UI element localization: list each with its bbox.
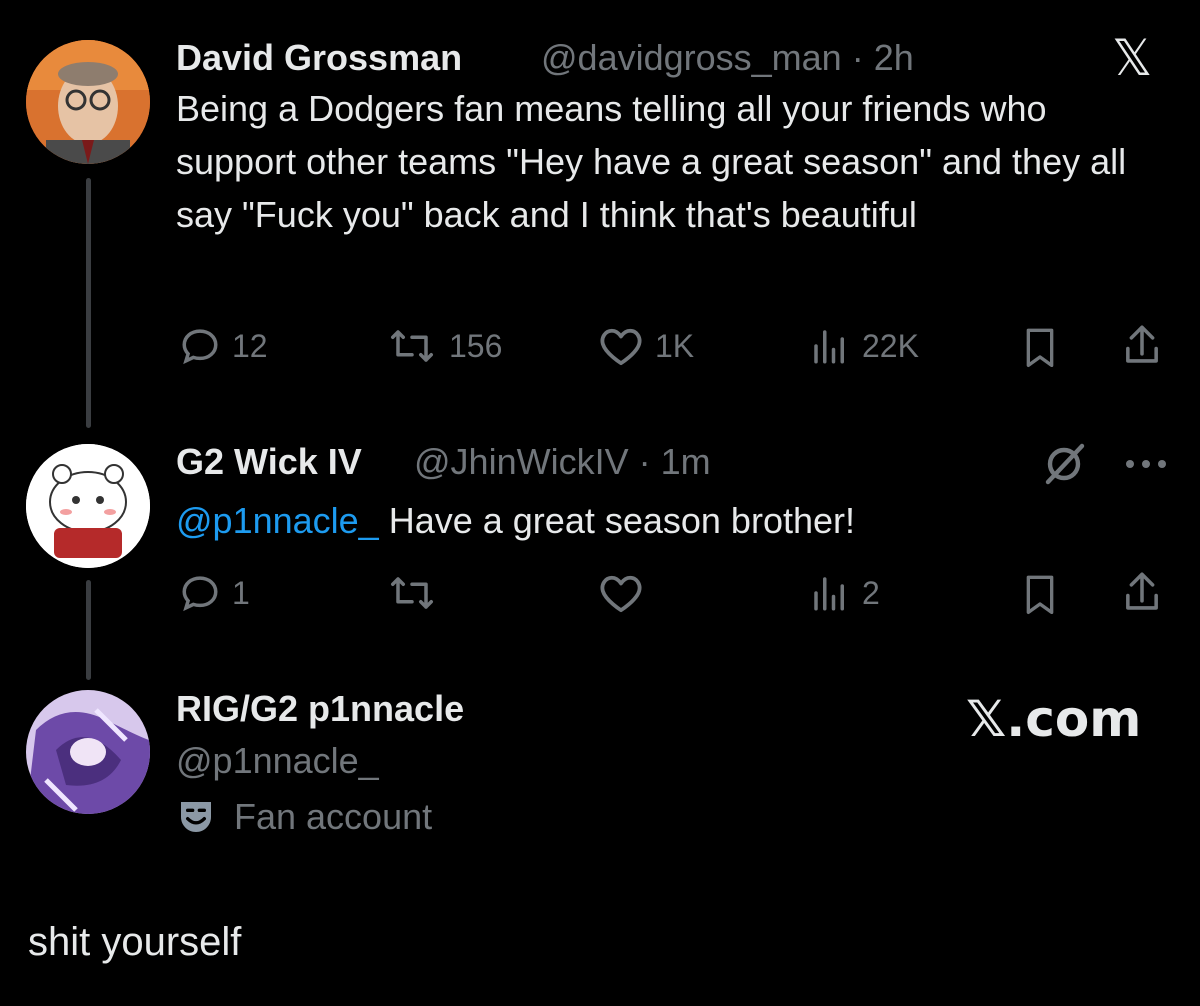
bookmark-icon[interactable] xyxy=(1020,572,1060,616)
caption-text: shit yourself xyxy=(28,920,242,964)
repost-button[interactable] xyxy=(385,572,439,614)
author-handle-text[interactable]: @davidgross_man xyxy=(541,37,842,78)
reply-button[interactable]: 1 xyxy=(178,572,250,614)
like-icon xyxy=(600,575,642,613)
x-com-watermark: 𝕏.com xyxy=(966,690,1142,748)
repost-count: 156 xyxy=(449,327,503,364)
mention-link[interactable]: @p1nnacle_ xyxy=(176,500,379,541)
reply-icon xyxy=(182,576,218,612)
x-logo-icon[interactable]: 𝕏 xyxy=(1112,33,1152,83)
author-name[interactable]: G2 Wick IV xyxy=(176,441,362,483)
reply-button[interactable]: 12 xyxy=(178,325,268,367)
more-icon[interactable] xyxy=(1124,458,1168,470)
timestamp[interactable]: · 2h xyxy=(852,37,914,78)
avatar-g2-wick[interactable] xyxy=(26,444,150,568)
reply-icon xyxy=(182,329,218,365)
views-button[interactable]: 2 xyxy=(808,572,880,614)
profile-handle[interactable]: @p1nnacle_ xyxy=(176,740,379,782)
profile-name[interactable]: RIG/G2 p1nnacle xyxy=(176,688,464,730)
avatar-image xyxy=(26,690,150,814)
avatar-image xyxy=(26,40,150,164)
repost-icon xyxy=(391,577,433,609)
grok-icon[interactable] xyxy=(1040,440,1088,488)
tweet-text: @p1nnacle_ Have a great season brother! xyxy=(176,494,1176,547)
timestamp[interactable]: · 1m xyxy=(639,441,711,482)
thread-line-1 xyxy=(86,178,91,428)
views-count: 22K xyxy=(862,327,919,364)
like-icon xyxy=(600,328,642,366)
author-handle-text[interactable]: @JhinWickIV xyxy=(414,441,629,482)
avatar-david-grossman[interactable] xyxy=(26,40,150,164)
author-handle[interactable]: @JhinWickIV · 1m xyxy=(414,441,711,483)
theater-masks-icon xyxy=(181,802,211,832)
like-count: 1K xyxy=(655,327,695,364)
fan-account-label: Fan account xyxy=(234,796,433,837)
repost-icon xyxy=(391,330,433,362)
avatar-p1nnacle[interactable] xyxy=(26,690,150,814)
share-icon[interactable] xyxy=(1120,569,1164,615)
reply-count: 1 xyxy=(232,574,250,611)
views-icon xyxy=(814,577,844,611)
author-name[interactable]: David Grossman xyxy=(176,37,462,79)
repost-button[interactable]: 156 xyxy=(385,325,502,367)
views-icon xyxy=(814,330,844,364)
avatar-image xyxy=(26,444,150,568)
like-button[interactable] xyxy=(597,572,645,614)
tweet-text-body: Have a great season brother! xyxy=(388,500,855,541)
fan-account-badge: Fan account xyxy=(176,796,432,838)
share-icon[interactable] xyxy=(1120,322,1164,368)
reply-count: 12 xyxy=(232,327,268,364)
bookmark-icon[interactable] xyxy=(1020,325,1060,369)
like-button[interactable]: 1K xyxy=(597,325,694,367)
views-count: 2 xyxy=(862,574,880,611)
author-handle[interactable]: @davidgross_man · 2h xyxy=(541,37,914,79)
views-button[interactable]: 22K xyxy=(808,325,919,367)
thread-line-2 xyxy=(86,580,91,680)
tweet-text: Being a Dodgers fan means telling all yo… xyxy=(176,88,1127,235)
